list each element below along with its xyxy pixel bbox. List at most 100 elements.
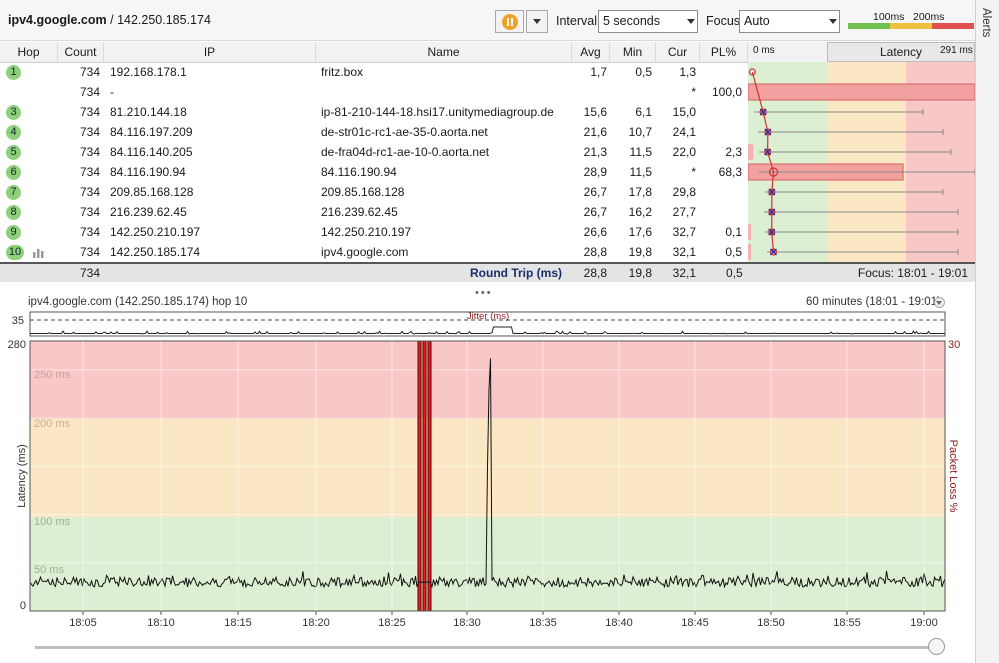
table-row[interactable]: 1 734 192.168.178.1 fritz.box 1,7 0,5 1,3 bbox=[0, 62, 748, 82]
target-title: ipv4.google.com / 142.250.185.174 bbox=[8, 13, 211, 27]
jitter-chart: 35 Jitter (ms) bbox=[12, 311, 946, 337]
hop-cur: * bbox=[691, 85, 696, 99]
hop-avg: 15,6 bbox=[583, 105, 607, 119]
packet-loss-marker bbox=[417, 340, 422, 612]
hop-min: 19,8 bbox=[628, 245, 652, 259]
hop-cur: 15,0 bbox=[672, 105, 696, 119]
hop-min: 17,8 bbox=[628, 185, 652, 199]
packet-loss-bar bbox=[748, 144, 754, 160]
table-row[interactable]: 4 734 84.116.197.209 de-str01c-rc1-ae-35-0.… bbox=[0, 122, 748, 142]
pl-axis-label: Packet Loss % bbox=[947, 440, 959, 513]
hop-count: 734 bbox=[79, 205, 100, 219]
hop-avg: 28,9 bbox=[583, 165, 607, 179]
hop-ip: 84.116.140.205 bbox=[110, 145, 193, 159]
column-count[interactable]: Count bbox=[58, 42, 104, 62]
hop-ip: 209.85.168.128 bbox=[110, 185, 194, 199]
column-hop[interactable]: Hop bbox=[0, 42, 58, 62]
hop-name: ip-81-210-144-18.hsi17.unitymediagroup.d… bbox=[321, 105, 554, 119]
table-row[interactable]: 8 734 216.239.62.45 216.239.62.45 26,7 16,2 27… bbox=[0, 202, 748, 222]
latency-history-chart: 250 ms 200 ms 100 ms 50 ms 280 0 30 Late… bbox=[8, 339, 961, 629]
hop-name: 84.116.190.94 bbox=[321, 165, 397, 179]
hop-badge: 10 bbox=[6, 245, 24, 260]
hop-ip: 216.239.62.45 bbox=[110, 205, 187, 219]
hop-min: 10,7 bbox=[628, 125, 652, 139]
hop-cur: 29,8 bbox=[672, 185, 696, 199]
chevron-down-icon bbox=[829, 19, 837, 24]
x-tick-label: 18:55 bbox=[833, 617, 861, 629]
hop-name: de-str01c-rc1-ae-35-0.aorta.net bbox=[321, 125, 488, 139]
range-dropdown[interactable] bbox=[934, 297, 945, 308]
table-row[interactable]: 9 734 142.250.210.197 142.250.210.197 26,6 17… bbox=[0, 222, 748, 242]
packet-loss-bar bbox=[748, 244, 751, 260]
table-row[interactable]: 3 734 81.210.144.18 ip-81-210-144-18.hsi17.… bbox=[0, 102, 748, 122]
alerts-tab-label: Alerts bbox=[980, 8, 992, 38]
x-tick-label: 18:50 bbox=[757, 617, 785, 629]
hop-min bbox=[610, 82, 652, 102]
timeline-slider-thumb[interactable] bbox=[928, 638, 945, 655]
hop-min: 0,5 bbox=[635, 65, 652, 79]
latency-column-chart bbox=[748, 62, 975, 262]
hop-pl bbox=[700, 102, 742, 122]
table-row[interactable]: 10 734 142.250.185.174 ipv4.google.com 28,8 1… bbox=[0, 242, 748, 262]
pause-button[interactable] bbox=[495, 10, 524, 33]
hop-count: 734 bbox=[79, 125, 100, 139]
packet-loss-bar bbox=[748, 224, 751, 240]
hop-name: 209.85.168.128 bbox=[321, 185, 405, 199]
summary-focus: Focus: 18:01 - 19:01 bbox=[857, 266, 968, 280]
alerts-tab[interactable] bbox=[975, 0, 999, 663]
hop-ip: 142.250.210.197 bbox=[110, 225, 201, 239]
summary-pl: 0,5 bbox=[726, 266, 743, 280]
interval-value: 5 seconds bbox=[603, 14, 660, 28]
hop-avg: 26,7 bbox=[583, 205, 607, 219]
jitter-label: Jitter (ms) bbox=[467, 311, 509, 322]
latency-min-label: 0 ms bbox=[753, 45, 775, 56]
hop-badge: 6 bbox=[6, 165, 21, 180]
scale-100-label: 100ms bbox=[873, 11, 905, 23]
hop-pl: 2,3 bbox=[725, 145, 742, 159]
hop-min: 6,1 bbox=[635, 105, 652, 119]
hop-badge: 9 bbox=[6, 225, 21, 240]
hop-badge: 1 bbox=[6, 65, 21, 80]
hop-min: 17,6 bbox=[628, 225, 652, 239]
x-tick-label: 18:45 bbox=[681, 617, 709, 629]
focus-label: Focus bbox=[706, 14, 741, 28]
x-tick-label: 18:05 bbox=[69, 617, 97, 629]
column-name[interactable]: Name bbox=[316, 42, 572, 62]
table-row[interactable]: 734- * 100,0 bbox=[0, 82, 748, 102]
column-ip[interactable]: IP bbox=[104, 42, 316, 62]
hop-ip: 84.116.197.209 bbox=[110, 125, 193, 139]
column-min[interactable]: Min bbox=[610, 42, 656, 62]
y-axis-label: Latency (ms) bbox=[16, 444, 28, 508]
band-bad bbox=[30, 341, 945, 419]
table-row[interactable]: 6 734 84.116.190.94 84.116.190.94 28,9 11,5 * 6… bbox=[0, 162, 748, 182]
focus-select[interactable]: Auto bbox=[739, 10, 840, 33]
bar-chart-icon[interactable] bbox=[32, 247, 46, 258]
y-max-label: 280 bbox=[8, 339, 26, 351]
round-trip-summary: 734 Round Trip (ms) 28,8 19,8 32,1 0,5 F… bbox=[0, 262, 975, 282]
x-tick-label: 18:20 bbox=[302, 617, 330, 629]
hop-name: ipv4.google.com bbox=[321, 245, 409, 259]
hop-pl: 100,0 bbox=[711, 85, 742, 99]
band-label-100: 100 ms bbox=[34, 516, 71, 528]
focus-value: Auto bbox=[744, 14, 770, 28]
graph-range[interactable]: 60 minutes (18:01 - 19:01) bbox=[806, 296, 941, 308]
table-row[interactable]: 5 734 84.116.140.205 de-fra04d-rc1-ae-10-0.… bbox=[0, 142, 748, 162]
x-tick-label: 18:25 bbox=[378, 617, 406, 629]
column-pl[interactable]: PL% bbox=[700, 42, 748, 62]
column-cur[interactable]: Cur bbox=[656, 42, 700, 62]
timeline-slider-track[interactable] bbox=[35, 646, 938, 649]
pause-dropdown-button[interactable] bbox=[526, 10, 548, 33]
band-label-250: 250 ms bbox=[34, 369, 71, 381]
jitter-max-label: 35 bbox=[12, 315, 24, 327]
table-row[interactable]: 7 734 209.85.168.128 209.85.168.128 26,7 17,8… bbox=[0, 182, 748, 202]
x-tick-label: 18:35 bbox=[529, 617, 557, 629]
y-min-label: 0 bbox=[20, 600, 26, 612]
interval-select[interactable]: 5 seconds bbox=[598, 10, 698, 33]
splitter-handle[interactable]: ••• bbox=[475, 287, 493, 299]
hop-pl bbox=[700, 62, 742, 82]
band-label-200: 200 ms bbox=[34, 418, 71, 430]
hop-pl: 0,5 bbox=[725, 245, 742, 259]
column-avg[interactable]: Avg bbox=[572, 42, 610, 62]
hop-name bbox=[321, 82, 571, 102]
hop-count: 734 bbox=[79, 165, 100, 179]
